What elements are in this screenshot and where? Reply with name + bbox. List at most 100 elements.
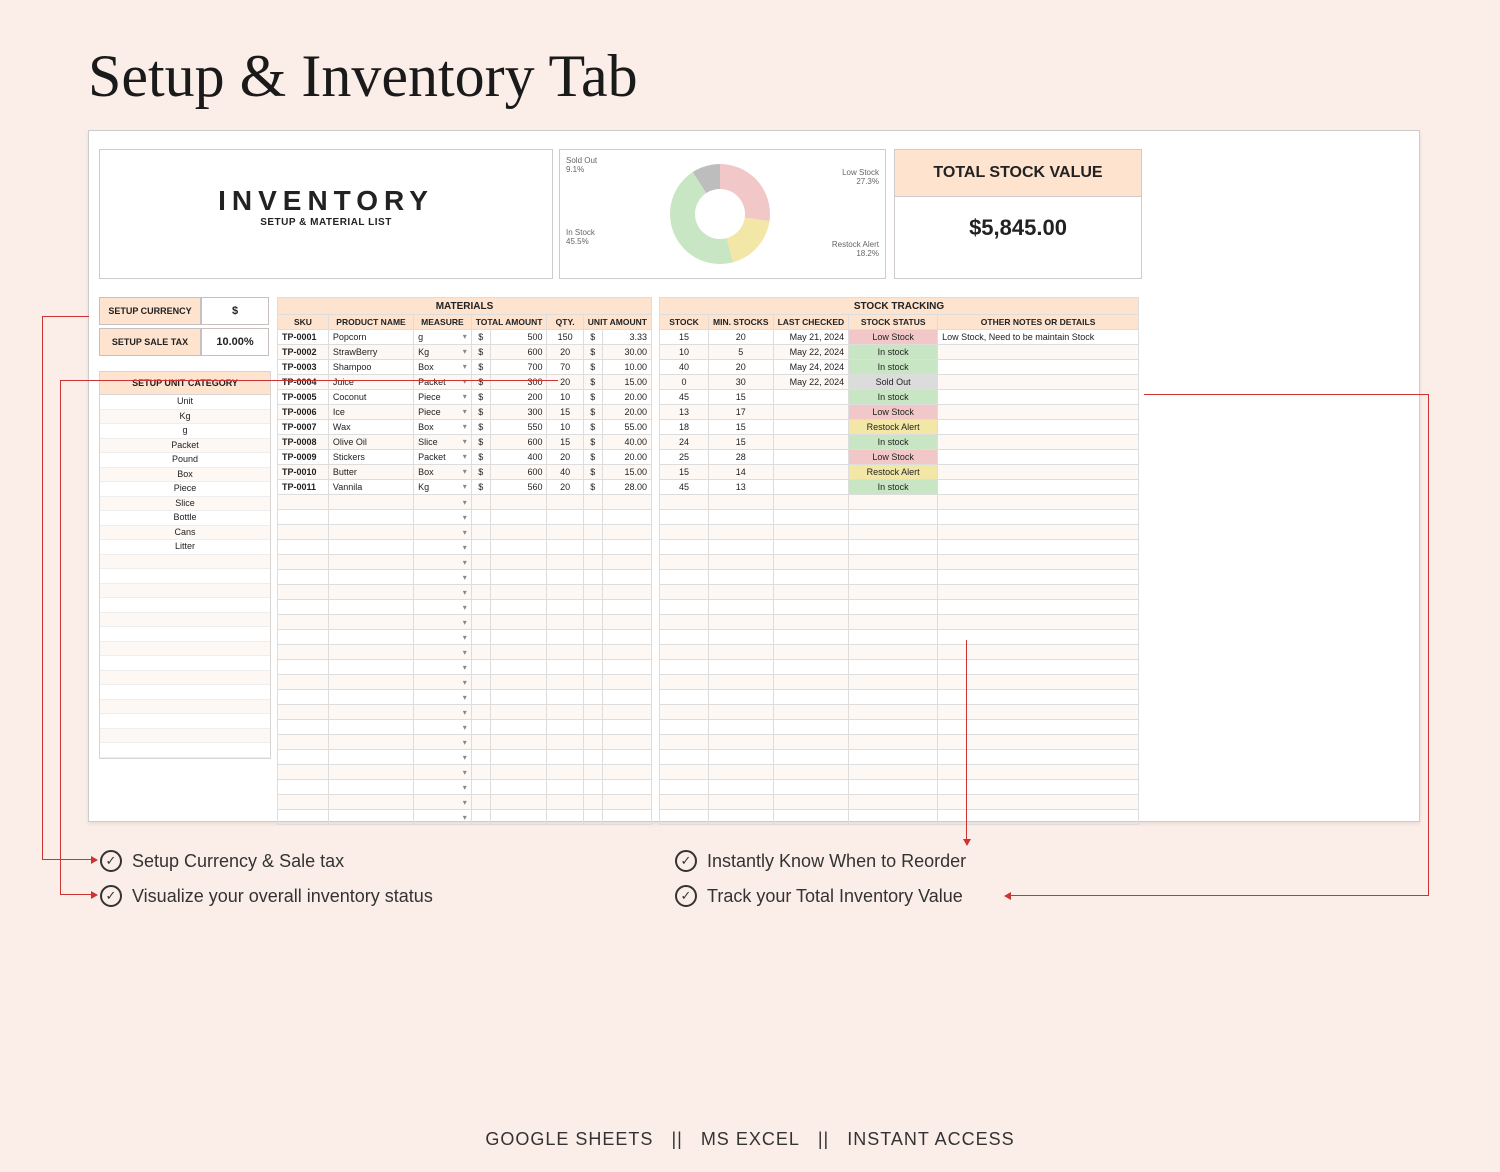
chevron-down-icon[interactable]: ▾ [463, 663, 467, 672]
table-row[interactable] [660, 675, 1139, 690]
chevron-down-icon[interactable]: ▾ [463, 362, 467, 371]
table-row[interactable]: ▾ [278, 645, 652, 660]
table-row[interactable] [660, 705, 1139, 720]
stock-tracking-table[interactable]: STOCK TRACKING STOCK MIN. STOCKS LAST CH… [659, 297, 1139, 825]
chevron-down-icon[interactable]: ▾ [463, 708, 467, 717]
table-row[interactable] [660, 555, 1139, 570]
chevron-down-icon[interactable]: ▾ [463, 467, 467, 476]
unit-category-empty[interactable] [100, 656, 270, 671]
setup-tax-cell[interactable]: 10.00% [201, 328, 269, 356]
table-row[interactable] [660, 750, 1139, 765]
chevron-down-icon[interactable]: ▾ [463, 753, 467, 762]
unit-category-item[interactable]: Kg [100, 410, 270, 425]
table-row[interactable]: ▾ [278, 720, 652, 735]
table-row[interactable]: TP-0009StickersPacket▾$40020$20.00 [278, 450, 652, 465]
table-row[interactable]: ▾ [278, 765, 652, 780]
table-row[interactable]: ▾ [278, 510, 652, 525]
table-row[interactable]: 1514Restock Alert [660, 465, 1139, 480]
chevron-down-icon[interactable]: ▾ [463, 783, 467, 792]
table-row[interactable]: ▾ [278, 795, 652, 810]
table-row[interactable]: ▾ [278, 810, 652, 825]
table-row[interactable]: 4513In stock [660, 480, 1139, 495]
table-row[interactable]: ▾ [278, 585, 652, 600]
table-row[interactable]: ▾ [278, 570, 652, 585]
table-row[interactable]: 105May 22, 2024In stock [660, 345, 1139, 360]
table-row[interactable] [660, 525, 1139, 540]
table-row[interactable] [660, 495, 1139, 510]
table-row[interactable] [660, 630, 1139, 645]
table-row[interactable]: ▾ [278, 675, 652, 690]
table-row[interactable] [660, 795, 1139, 810]
unit-category-empty[interactable] [100, 642, 270, 657]
table-row[interactable]: TP-0006IcePiece▾$30015$20.00 [278, 405, 652, 420]
unit-category-empty[interactable] [100, 569, 270, 584]
chevron-down-icon[interactable]: ▾ [463, 498, 467, 507]
chevron-down-icon[interactable]: ▾ [463, 347, 467, 356]
table-row[interactable]: 1317Low Stock [660, 405, 1139, 420]
table-row[interactable]: 1815Restock Alert [660, 420, 1139, 435]
table-row[interactable]: ▾ [278, 705, 652, 720]
unit-category-item[interactable]: Bottle [100, 511, 270, 526]
unit-category-item[interactable]: Packet [100, 439, 270, 454]
chevron-down-icon[interactable]: ▾ [463, 377, 467, 386]
table-row[interactable]: ▾ [278, 735, 652, 750]
chevron-down-icon[interactable]: ▾ [463, 678, 467, 687]
table-row[interactable]: ▾ [278, 780, 652, 795]
table-row[interactable]: TP-0001Popcorng▾$500150$3.33 [278, 330, 652, 345]
table-row[interactable]: ▾ [278, 690, 652, 705]
chevron-down-icon[interactable]: ▾ [463, 603, 467, 612]
unit-category-empty[interactable] [100, 743, 270, 758]
table-row[interactable] [660, 660, 1139, 675]
unit-category-empty[interactable] [100, 714, 270, 729]
unit-category-item[interactable]: g [100, 424, 270, 439]
table-row[interactable]: ▾ [278, 525, 652, 540]
materials-table[interactable]: MATERIALS SKU PRODUCT NAME MEASURE TOTAL… [277, 297, 652, 825]
chevron-down-icon[interactable]: ▾ [463, 633, 467, 642]
chevron-down-icon[interactable]: ▾ [463, 437, 467, 446]
unit-category-empty[interactable] [100, 598, 270, 613]
unit-category-empty[interactable] [100, 671, 270, 686]
table-row[interactable] [660, 735, 1139, 750]
table-row[interactable]: ▾ [278, 555, 652, 570]
table-row[interactable]: 2415In stock [660, 435, 1139, 450]
chevron-down-icon[interactable]: ▾ [463, 543, 467, 552]
chevron-down-icon[interactable]: ▾ [463, 513, 467, 522]
table-row[interactable]: TP-0002StrawBerryKg▾$60020$30.00 [278, 345, 652, 360]
table-row[interactable] [660, 810, 1139, 825]
chevron-down-icon[interactable]: ▾ [463, 407, 467, 416]
chevron-down-icon[interactable]: ▾ [463, 573, 467, 582]
table-row[interactable]: TP-0003ShampooBox▾$70070$10.00 [278, 360, 652, 375]
chevron-down-icon[interactable]: ▾ [463, 588, 467, 597]
unit-category-item[interactable]: Unit [100, 395, 270, 410]
table-row[interactable] [660, 645, 1139, 660]
unit-category-item[interactable]: Box [100, 468, 270, 483]
unit-category-empty[interactable] [100, 700, 270, 715]
unit-category-item[interactable]: Slice [100, 497, 270, 512]
chevron-down-icon[interactable]: ▾ [463, 392, 467, 401]
chevron-down-icon[interactable]: ▾ [463, 618, 467, 627]
unit-category-empty[interactable] [100, 584, 270, 599]
chevron-down-icon[interactable]: ▾ [463, 422, 467, 431]
table-row[interactable] [660, 600, 1139, 615]
chevron-down-icon[interactable]: ▾ [463, 482, 467, 491]
unit-category-item[interactable]: Pound [100, 453, 270, 468]
chevron-down-icon[interactable]: ▾ [463, 738, 467, 747]
setup-currency-cell[interactable]: $ [201, 297, 269, 325]
table-row[interactable]: ▾ [278, 600, 652, 615]
table-row[interactable]: TP-0011VannilaKg▾$56020$28.00 [278, 480, 652, 495]
table-row[interactable]: ▾ [278, 660, 652, 675]
table-row[interactable]: 4020May 24, 2024In stock [660, 360, 1139, 375]
unit-category-empty[interactable] [100, 613, 270, 628]
table-row[interactable] [660, 540, 1139, 555]
chevron-down-icon[interactable]: ▾ [463, 452, 467, 461]
unit-category-empty[interactable] [100, 555, 270, 570]
table-row[interactable]: 4515In stock [660, 390, 1139, 405]
table-row[interactable]: ▾ [278, 750, 652, 765]
table-row[interactable]: 030May 22, 2024Sold Out [660, 375, 1139, 390]
table-row[interactable]: ▾ [278, 540, 652, 555]
table-row[interactable] [660, 780, 1139, 795]
table-row[interactable]: TP-0005CoconutPiece▾$20010$20.00 [278, 390, 652, 405]
chevron-down-icon[interactable]: ▾ [463, 798, 467, 807]
table-row[interactable] [660, 690, 1139, 705]
unit-category-empty[interactable] [100, 627, 270, 642]
